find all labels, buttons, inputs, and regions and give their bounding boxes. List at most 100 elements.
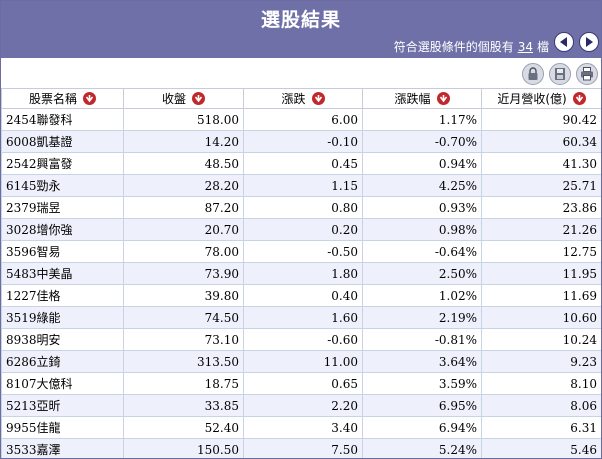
price-change-cell: 0.65 bbox=[243, 372, 363, 395]
table-row[interactable]: 5483中美晶 73.90 1.80 2.50% 11.95 bbox=[1, 262, 601, 285]
stock-name-cell[interactable]: 8107大億科 bbox=[1, 372, 124, 395]
lock-button[interactable] bbox=[522, 63, 544, 85]
table-row[interactable]: 3028增你強 20.70 0.20 0.98% 21.26 bbox=[1, 218, 601, 241]
monthly-revenue-cell: 10.24 bbox=[481, 328, 601, 351]
stock-name-cell[interactable]: 5483中美晶 bbox=[1, 262, 124, 285]
stock-name-cell[interactable]: 2379瑞昱 bbox=[1, 196, 124, 219]
change-pct-cell: 4.25% bbox=[362, 174, 482, 197]
close-price-cell: 52.40 bbox=[123, 416, 244, 439]
print-icon bbox=[581, 67, 593, 81]
stock-name-cell[interactable]: 3533嘉澤 bbox=[1, 438, 124, 458]
table-row[interactable]: 8107大億科 18.75 0.65 3.59% 8.10 bbox=[1, 372, 601, 395]
close-price-cell: 18.75 bbox=[123, 372, 244, 395]
results-table: 股票名稱 收盤 漲跌 漲跌幅 近月營收(億) 2454聯發科 518.00 6.00… bbox=[1, 88, 601, 458]
monthly-revenue-cell: 11.69 bbox=[481, 284, 601, 307]
change-pct-cell: 6.94% bbox=[362, 416, 482, 439]
column-header-change-pct[interactable]: 漲跌幅 bbox=[362, 88, 482, 109]
change-pct-cell: -0.64% bbox=[362, 240, 482, 263]
table-row[interactable]: 2454聯發科 518.00 6.00 1.17% 90.42 bbox=[1, 108, 601, 131]
monthly-revenue-cell: 23.86 bbox=[481, 196, 601, 219]
column-header-close[interactable]: 收盤 bbox=[123, 88, 244, 109]
monthly-revenue-cell: 21.26 bbox=[481, 218, 601, 241]
price-change-cell: 0.20 bbox=[243, 218, 363, 241]
price-change-cell: 0.40 bbox=[243, 284, 363, 307]
monthly-revenue-cell: 41.30 bbox=[481, 152, 601, 175]
table-toolbar bbox=[1, 58, 601, 88]
result-count[interactable]: 34 bbox=[514, 40, 537, 54]
stock-name-cell[interactable]: 2454聯發科 bbox=[1, 108, 124, 131]
close-price-cell: 73.90 bbox=[123, 262, 244, 285]
close-price-cell: 87.20 bbox=[123, 196, 244, 219]
close-price-cell: 74.50 bbox=[123, 306, 244, 329]
column-header-change[interactable]: 漲跌 bbox=[243, 88, 363, 109]
stock-name-cell[interactable]: 6145勁永 bbox=[1, 174, 124, 197]
monthly-revenue-cell: 9.23 bbox=[481, 350, 601, 373]
price-change-cell: 3.40 bbox=[243, 416, 363, 439]
table-row[interactable]: 8938明安 73.10 -0.60 -0.81% 10.24 bbox=[1, 328, 601, 351]
screener-results-panel: 選股結果 符合選股條件的個股有 34 檔 股票名稱 收盤 漲跌 漲跌幅 近月營收… bbox=[0, 0, 602, 459]
stock-name-cell[interactable]: 6008凱基證 bbox=[1, 130, 124, 153]
stock-name-cell[interactable]: 1227佳格 bbox=[1, 284, 124, 307]
price-change-cell: 6.00 bbox=[243, 108, 363, 131]
stock-name-cell[interactable]: 8938明安 bbox=[1, 328, 124, 351]
change-pct-cell: 6.95% bbox=[362, 394, 482, 417]
close-price-cell: 78.00 bbox=[123, 240, 244, 263]
stock-name-cell[interactable]: 2542興富發 bbox=[1, 152, 124, 175]
stock-name-cell[interactable]: 3519綠能 bbox=[1, 306, 124, 329]
price-change-cell: -0.10 bbox=[243, 130, 363, 153]
stock-name-cell[interactable]: 6286立錡 bbox=[1, 350, 124, 373]
stock-name-cell[interactable]: 9955佳龍 bbox=[1, 416, 124, 439]
monthly-revenue-cell: 25.71 bbox=[481, 174, 601, 197]
table-row[interactable]: 2379瑞昱 87.20 0.80 0.93% 23.86 bbox=[1, 196, 601, 219]
change-pct-cell: 0.94% bbox=[362, 152, 482, 175]
close-price-cell: 150.50 bbox=[123, 438, 244, 458]
sort-down-icon[interactable] bbox=[572, 92, 586, 105]
close-price-cell: 313.50 bbox=[123, 350, 244, 373]
close-price-cell: 518.00 bbox=[123, 108, 244, 131]
monthly-revenue-cell: 5.46 bbox=[481, 438, 601, 458]
table-row[interactable]: 1227佳格 39.80 0.40 1.02% 11.69 bbox=[1, 284, 601, 307]
count-prefix: 符合選股條件的個股有 bbox=[393, 40, 514, 54]
table-body: 2454聯發科 518.00 6.00 1.17% 90.42 6008凱基證 14.20-… bbox=[1, 108, 601, 458]
monthly-revenue-cell: 10.60 bbox=[481, 306, 601, 329]
sort-down-icon[interactable] bbox=[311, 92, 325, 105]
close-price-cell: 73.10 bbox=[123, 328, 244, 351]
table-row[interactable]: 3596智易 78.00 -0.50 -0.64% 12.75 bbox=[1, 240, 601, 263]
column-header-revenue[interactable]: 近月營收(億) bbox=[481, 88, 601, 109]
monthly-revenue-cell: 90.42 bbox=[481, 108, 601, 131]
table-row[interactable]: 6008凱基證 14.20 -0.10 -0.70% 60.34 bbox=[1, 130, 601, 153]
table-row[interactable]: 3519綠能 74.50 1.60 2.19% 10.60 bbox=[1, 306, 601, 329]
sort-down-icon[interactable] bbox=[83, 92, 96, 105]
close-price-cell: 28.20 bbox=[123, 174, 244, 197]
lock-icon bbox=[528, 67, 538, 80]
next-page-button[interactable] bbox=[579, 32, 599, 52]
price-change-cell: -0.50 bbox=[243, 240, 363, 263]
sort-down-icon[interactable] bbox=[192, 92, 205, 105]
change-pct-cell: 3.64% bbox=[362, 350, 482, 373]
table-row[interactable]: 2542興富發 48.50 0.45 0.94% 41.30 bbox=[1, 152, 601, 175]
change-pct-cell: 2.19% bbox=[362, 306, 482, 329]
change-pct-cell: -0.81% bbox=[362, 328, 482, 351]
table-row[interactable]: 3533嘉澤 150.50 7.50 5.24% 5.46 bbox=[1, 438, 601, 458]
stock-name-cell[interactable]: 3596智易 bbox=[1, 240, 124, 263]
price-change-cell: 0.80 bbox=[243, 196, 363, 219]
next-page-icon bbox=[586, 37, 593, 47]
column-header-name[interactable]: 股票名稱 bbox=[1, 88, 124, 109]
stock-name-cell[interactable]: 3028增你強 bbox=[1, 218, 124, 241]
stock-name-cell[interactable]: 5213亞昕 bbox=[1, 394, 124, 417]
price-change-cell: -0.60 bbox=[243, 328, 363, 351]
change-pct-cell: -0.70% bbox=[362, 130, 482, 153]
sort-down-icon[interactable] bbox=[436, 92, 450, 105]
table-row[interactable]: 6286立錡 313.50 11.00 3.64% 9.23 bbox=[1, 350, 601, 373]
monthly-revenue-cell: 11.95 bbox=[481, 262, 601, 285]
table-row[interactable]: 6145勁永 28.20 1.15 4.25% 25.71 bbox=[1, 174, 601, 197]
close-price-cell: 33.85 bbox=[123, 394, 244, 417]
count-suffix: 檔 bbox=[536, 40, 549, 54]
price-change-cell: 7.50 bbox=[243, 438, 363, 458]
print-button[interactable] bbox=[576, 63, 598, 85]
prev-page-button[interactable] bbox=[554, 32, 574, 52]
save-button[interactable] bbox=[549, 63, 571, 85]
table-row[interactable]: 5213亞昕 33.85 2.20 6.95% 8.06 bbox=[1, 394, 601, 417]
save-icon bbox=[555, 68, 565, 80]
table-row[interactable]: 9955佳龍 52.40 3.40 6.94% 6.31 bbox=[1, 416, 601, 439]
